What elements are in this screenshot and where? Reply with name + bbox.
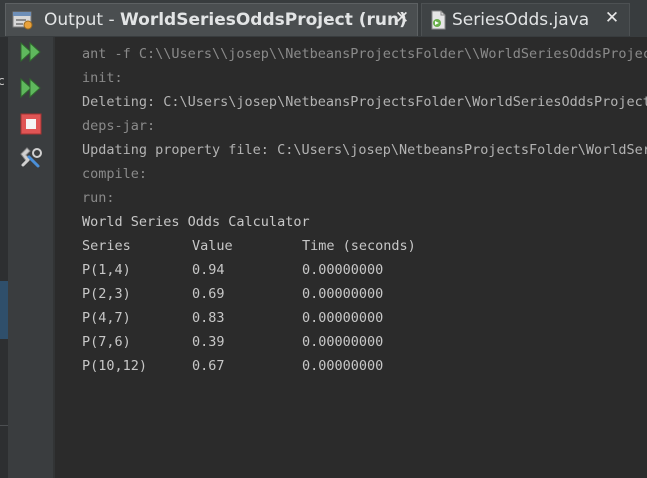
panel-edge-selection (0, 281, 8, 339)
rerun-button[interactable] (16, 40, 46, 68)
table-row-series: P(4,7) (82, 310, 131, 326)
table-row-time: 0.00000000 (302, 310, 384, 326)
java-file-icon (428, 10, 450, 30)
console-line: run: (82, 190, 115, 206)
table-row-value: 0.39 (192, 334, 225, 350)
table-row-time: 0.00000000 (302, 286, 384, 302)
console-line: init: (82, 70, 123, 86)
table-row-series: P(2,3) (82, 286, 131, 302)
output-toolbar (8, 37, 53, 478)
tab-output-label: Output - WorldSeriesOddsProject (run) (44, 10, 407, 30)
close-icon[interactable]: ✕ (394, 9, 410, 27)
table-row-time: 0.00000000 (302, 358, 384, 374)
tab-bar: Output - WorldSeriesOddsProject (run) ✕ … (0, 0, 647, 38)
side-panel-edge: c (0, 37, 8, 478)
table-row-value: 0.83 (192, 310, 225, 326)
panel-edge-divider (0, 425, 8, 426)
console-line: World Series Odds Calculator (82, 214, 310, 230)
table-row-value: 0.69 (192, 286, 225, 302)
panel-edge-text: c (0, 74, 5, 88)
tab-output[interactable]: Output - WorldSeriesOddsProject (run) ✕ (5, 3, 418, 36)
table-row-series: P(1,4) (82, 262, 131, 278)
rerun-different-params-icon (18, 76, 44, 104)
tab-series-label: SeriesOdds.java (452, 10, 590, 30)
stop-icon (20, 113, 42, 139)
table-header-time: Time (seconds) (302, 238, 416, 254)
console-line: ant -f C:\\Users\\josep\\NetbeansProject… (82, 46, 647, 62)
table-row-value: 0.67 (192, 358, 225, 374)
table-header-series: Series (82, 238, 131, 254)
settings-icon (18, 146, 44, 174)
table-row-time: 0.00000000 (302, 334, 384, 350)
table-row-time: 0.00000000 (302, 262, 384, 278)
console-line: Updating property file: C:\Users\josep\N… (82, 142, 647, 158)
output-settings-button[interactable] (16, 146, 46, 174)
table-header-value: Value (192, 238, 233, 254)
netbeans-output-window: Output - WorldSeriesOddsProject (run) ✕ … (0, 0, 647, 478)
table-row-series: P(10,12) (82, 358, 148, 374)
console-line: compile: (82, 166, 148, 182)
stop-button[interactable] (16, 112, 46, 140)
console-output[interactable]: ant -f C:\\Users\\josep\\NetbeansProject… (55, 37, 647, 478)
tab-seriesodds-java[interactable]: SeriesOdds.java ✕ (421, 3, 630, 36)
console-line: deps-jar: (82, 118, 156, 134)
table-row-value: 0.94 (192, 262, 225, 278)
rerun-icon (18, 40, 44, 68)
rerun-with-params-button[interactable] (16, 76, 46, 104)
console-line: Deleting: C:\Users\josep\NetbeansProject… (82, 94, 647, 110)
close-icon[interactable]: ✕ (604, 9, 620, 27)
table-row-series: P(7,6) (82, 334, 131, 350)
output-window-icon (12, 10, 34, 30)
